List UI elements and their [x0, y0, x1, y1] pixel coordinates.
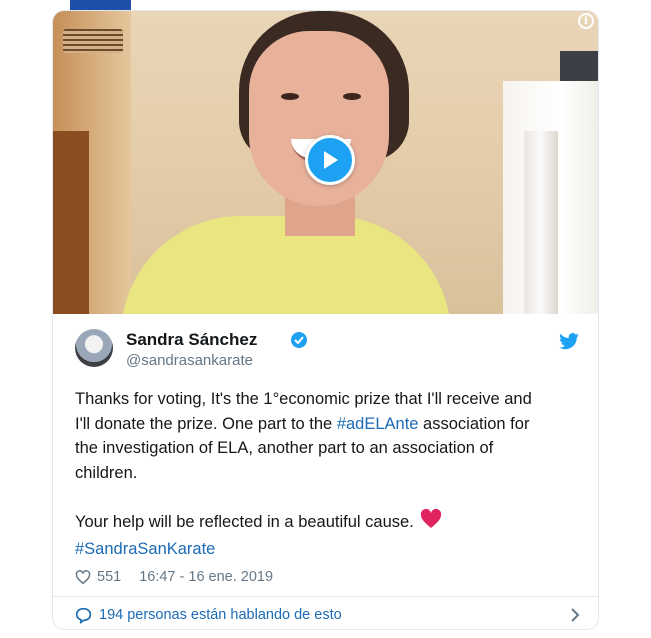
author-name[interactable]: Sandra Sánchez: [126, 330, 257, 350]
red-heart-emoji-icon: [420, 508, 442, 537]
tweet-text: Thanks for voting, It's the 1°economic p…: [75, 387, 580, 561]
info-icon[interactable]: i: [578, 13, 594, 29]
tweet-timestamp[interactable]: 16:47 - 16 ene. 2019: [139, 569, 273, 585]
embedded-tweet-card: i Sandra Sánchez @sandrasankarate Thanks…: [52, 10, 599, 630]
hashtag-link-sandrasankarate[interactable]: #SandraSanKarate: [75, 540, 215, 558]
play-button[interactable]: [305, 135, 355, 185]
tweet-meta: 551 16:47 - 16 ene. 2019: [75, 567, 273, 587]
author-handle[interactable]: @sandrasankarate: [126, 352, 253, 369]
video-background-door: [53, 131, 89, 314]
tweet-text-line: the investigation of ELA, another part t…: [75, 439, 494, 457]
hashtag-link-adelante[interactable]: #adELAnte: [337, 415, 419, 433]
tweet-text-line: Your help will be reflected in a beautif…: [75, 508, 580, 537]
chevron-right-icon[interactable]: [570, 607, 580, 623]
video-background-curtain: [524, 131, 558, 314]
divider: [53, 596, 598, 597]
tweet-header: Sandra Sánchez @sandrasankarate: [75, 329, 580, 373]
video-person-eye-right: [343, 93, 361, 100]
tweet-text-line: Thanks for voting, It's the 1°economic p…: [75, 390, 532, 408]
speech-bubble-icon: [75, 607, 92, 624]
tweet-text-line: I'll donate the prize. One part to the #…: [75, 414, 530, 433]
tweet-text-line: #SandraSanKarate: [75, 537, 580, 562]
tweet-text-line: children.: [75, 463, 138, 482]
twitter-bird-icon[interactable]: [558, 333, 580, 351]
avatar[interactable]: [75, 329, 113, 367]
tweet-video[interactable]: i: [53, 11, 598, 314]
video-person-eye-left: [281, 93, 299, 100]
like-count[interactable]: 551: [97, 569, 121, 585]
heart-outline-icon[interactable]: [75, 569, 91, 585]
play-icon: [324, 151, 338, 169]
video-background-vent: [63, 29, 123, 53]
verified-badge-icon: [291, 332, 307, 348]
conversation-label[interactable]: 194 personas están hablando de esto: [99, 607, 342, 623]
conversation-link[interactable]: 194 personas están hablando de esto: [75, 601, 580, 629]
